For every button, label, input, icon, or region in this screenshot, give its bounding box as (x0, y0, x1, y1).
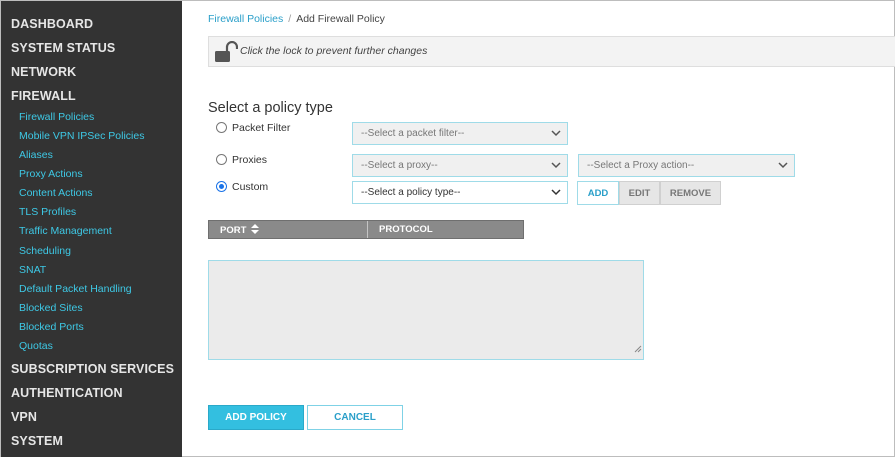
port-protocol-table-header: PORT PROTOCOL (208, 220, 524, 239)
add-button[interactable]: ADD (577, 181, 619, 205)
nav-tls-profiles[interactable]: TLS Profiles (19, 206, 76, 218)
nav-vpn[interactable]: VPN (11, 410, 37, 424)
policy-type-select-value: --Select a policy type-- (361, 187, 461, 198)
breadcrumb: Firewall Policies / Add Firewall Policy (208, 13, 385, 25)
nav-proxy-actions[interactable]: Proxy Actions (19, 168, 83, 180)
lock-bar: Click the lock to prevent further change… (208, 36, 895, 67)
breadcrumb-separator: / (288, 13, 292, 25)
packet-filter-select[interactable]: --Select a packet filter-- (352, 122, 568, 145)
remove-button[interactable]: REMOVE (660, 181, 721, 205)
column-header-port-label: PORT (220, 225, 247, 236)
sort-icon (249, 224, 260, 236)
nav-mobile-vpn-ipsec-policies[interactable]: Mobile VPN IPSec Policies (19, 130, 144, 142)
radio-packet-filter-label: Packet Filter (232, 122, 291, 134)
edit-button[interactable]: EDIT (619, 181, 660, 205)
resize-handle-icon[interactable] (634, 340, 642, 358)
proxy-select-value: --Select a proxy-- (361, 160, 438, 171)
policy-type-select[interactable]: --Select a policy type-- (352, 181, 568, 204)
nav-network[interactable]: NETWORK (11, 65, 76, 79)
page-title: Select a policy type (208, 100, 333, 116)
packet-filter-select-value: --Select a packet filter-- (361, 128, 465, 139)
nav-subscription-services[interactable]: SUBSCRIPTION SERVICES (11, 362, 174, 376)
nav-aliases[interactable]: Aliases (19, 149, 53, 161)
nav-blocked-sites[interactable]: Blocked Sites (19, 302, 83, 314)
nav-firewall[interactable]: FIREWALL (11, 89, 76, 103)
nav-blocked-ports[interactable]: Blocked Ports (19, 321, 84, 333)
chevron-down-icon (551, 161, 561, 172)
radio-custom-label: Custom (232, 181, 269, 193)
add-policy-button[interactable]: ADD POLICY (208, 405, 304, 430)
radio-proxies[interactable] (216, 154, 227, 165)
proxy-action-select-value: --Select a Proxy action-- (587, 160, 695, 171)
nav-firewall-policies[interactable]: Firewall Policies (19, 111, 94, 123)
chevron-down-icon (551, 129, 561, 140)
column-header-port[interactable]: PORT (209, 221, 368, 238)
unlocked-padlock-icon[interactable] (214, 40, 239, 68)
proxy-select[interactable]: --Select a proxy-- (352, 154, 568, 177)
ports-textarea[interactable] (208, 260, 644, 360)
breadcrumb-firewall-policies[interactable]: Firewall Policies (208, 13, 283, 25)
nav-authentication[interactable]: AUTHENTICATION (11, 386, 123, 400)
breadcrumb-current: Add Firewall Policy (296, 13, 385, 25)
nav-dashboard[interactable]: DASHBOARD (11, 17, 93, 31)
radio-custom[interactable] (216, 181, 227, 192)
cancel-button[interactable]: CANCEL (307, 405, 403, 430)
nav-default-packet-handling[interactable]: Default Packet Handling (19, 283, 132, 295)
policy-type-button-group: ADD EDIT REMOVE (577, 181, 721, 205)
nav-traffic-management[interactable]: Traffic Management (19, 225, 112, 237)
sidebar: DASHBOARD SYSTEM STATUS NETWORK FIREWALL… (1, 1, 182, 457)
radio-proxies-label: Proxies (232, 154, 268, 166)
nav-snat[interactable]: SNAT (19, 264, 46, 276)
nav-quotas[interactable]: Quotas (19, 340, 53, 352)
chevron-down-icon (551, 188, 561, 199)
nav-scheduling[interactable]: Scheduling (19, 245, 71, 257)
nav-content-actions[interactable]: Content Actions (19, 187, 93, 199)
proxy-action-select[interactable]: --Select a Proxy action-- (578, 154, 795, 177)
nav-system[interactable]: SYSTEM (11, 434, 63, 448)
radio-packet-filter[interactable] (216, 122, 227, 133)
lock-message: Click the lock to prevent further change… (240, 45, 428, 57)
column-header-protocol[interactable]: PROTOCOL (368, 221, 433, 238)
nav-system-status[interactable]: SYSTEM STATUS (11, 41, 115, 55)
chevron-down-icon (778, 161, 788, 172)
